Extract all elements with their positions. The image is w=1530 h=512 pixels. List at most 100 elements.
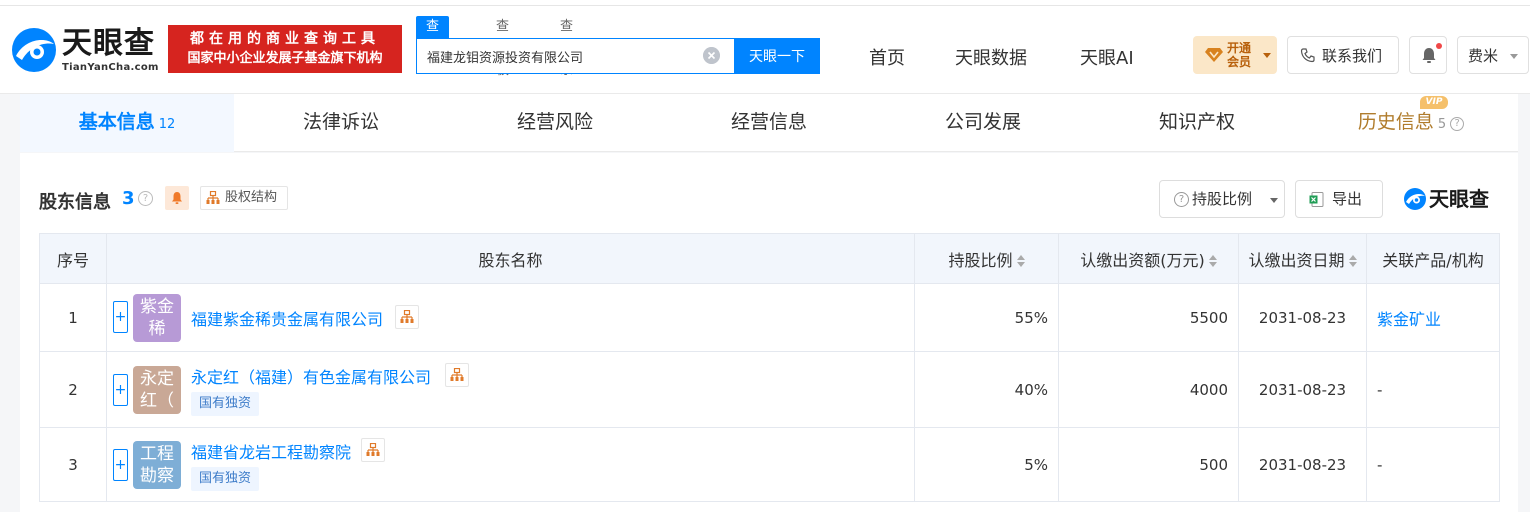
export-button[interactable]: 导出 xyxy=(1295,180,1383,218)
search-input[interactable] xyxy=(417,39,705,73)
tab-label: 经营信息 xyxy=(730,111,807,133)
holding-ratio-dropdown[interactable]: ? 持股比例 xyxy=(1159,180,1285,218)
row-index: 3 xyxy=(39,427,107,502)
equity-structure-label: 股权结构 xyxy=(225,190,278,205)
related-product-cell: 紫金矿业 xyxy=(1366,283,1500,352)
company-avatar: 紫金稀 xyxy=(133,294,181,342)
tab-count: 12 xyxy=(158,117,176,132)
sort-icon xyxy=(1208,254,1217,267)
bell-icon xyxy=(172,192,182,204)
vip-label: 开通 会员 xyxy=(1227,41,1259,69)
table-row: 1 + 紫金稀 福建紫金稀贵金属有限公司 55% 5500 2031-08-23… xyxy=(39,283,1500,352)
state-owned-tag: 国有独资 xyxy=(191,467,260,491)
export-label: 导出 xyxy=(1332,190,1363,208)
vip-open-button[interactable]: 开通 会员 xyxy=(1193,36,1277,74)
company-avatar: 工程勘察 xyxy=(133,441,181,489)
help-icon[interactable]: ? xyxy=(138,191,153,206)
expand-button[interactable]: + xyxy=(113,374,128,406)
tab-label: 法律诉讼 xyxy=(302,111,379,133)
col-header-date[interactable]: 认缴出资日期 xyxy=(1238,233,1367,284)
col-header-name: 股东名称 xyxy=(106,233,915,284)
brand-text: 天眼查 xyxy=(1429,187,1489,211)
table-header-row: 序号 股东名称 持股比例 认缴出资额(万元) 认缴出资日期 关联产品/机构 xyxy=(39,233,1500,284)
slogan-line-1: 都在用的商业查询工具 xyxy=(190,31,380,47)
vip-badge: VIP xyxy=(1420,96,1448,109)
col-header-ratio[interactable]: 持股比例 xyxy=(914,233,1059,284)
subscribed-date: 2031-08-23 xyxy=(1238,427,1367,502)
shareholder-name-cell: + 永定红（ 永定红（福建）有色金属有限公司 国有独资 xyxy=(106,351,915,428)
section-count: 3 xyxy=(122,188,135,209)
nav-ai[interactable]: 天眼AI xyxy=(1080,44,1134,70)
nav-home[interactable]: 首页 xyxy=(869,44,905,70)
section-title: 股东信息 xyxy=(39,192,111,213)
chevron-down-icon xyxy=(1270,198,1278,203)
holding-ratio: 40% xyxy=(914,351,1059,428)
search-box xyxy=(416,38,736,74)
notification-button[interactable] xyxy=(1409,36,1447,74)
holding-ratio-label: 持股比例 xyxy=(1192,190,1253,208)
search-tab-boss[interactable]: 查老板 xyxy=(496,16,509,78)
equity-structure-mini-button[interactable] xyxy=(361,438,385,462)
tab-label: 知识产权 xyxy=(1158,111,1235,133)
col-header-date-label: 认缴出资日期 xyxy=(1248,250,1345,270)
tab-development[interactable]: 公司发展 xyxy=(876,94,1090,152)
search-tab-company[interactable]: 查公司 xyxy=(416,16,450,78)
user-menu-button[interactable]: 费米 xyxy=(1457,36,1529,74)
tab-ip[interactable]: 知识产权 xyxy=(1090,94,1304,152)
search-tab-relation[interactable]: 查关系 xyxy=(560,16,573,78)
holding-ratio: 5% xyxy=(914,427,1059,502)
shareholder-link[interactable]: 福建省龙岩工程勘察院 xyxy=(191,439,351,463)
col-header-capital[interactable]: 认缴出资额(万元) xyxy=(1058,233,1239,284)
vip-label-line-1: 开通 xyxy=(1227,41,1252,55)
equity-structure-mini-button[interactable] xyxy=(395,305,419,329)
equity-structure-mini-button[interactable] xyxy=(445,363,469,387)
tab-litigation[interactable]: 法律诉讼 xyxy=(234,94,448,152)
related-product: - xyxy=(1366,351,1500,428)
search-area: 查公司 查老板 查关系 天眼一下 xyxy=(416,16,822,78)
clear-icon[interactable] xyxy=(703,47,720,64)
tab-business-risk[interactable]: 经营风险 xyxy=(448,94,662,152)
tab-basic-info[interactable]: 基本信息 12 xyxy=(20,94,234,152)
col-header-product: 关联产品/机构 xyxy=(1366,233,1500,284)
table-row: 3 + 工程勘察 福建省龙岩工程勘察院 国有独资 5% 500 2031-08-… xyxy=(39,427,1500,502)
contact-us-button[interactable]: 联系我们 xyxy=(1287,36,1399,74)
subscribed-capital: 4000 xyxy=(1058,351,1239,428)
col-header-capital-label: 认缴出资额(万元) xyxy=(1080,250,1205,270)
contact-us-label: 联系我们 xyxy=(1322,47,1383,65)
expand-button[interactable]: + xyxy=(113,301,128,333)
site-header: 天眼查 TianYanCha.com 都在用的商业查询工具 国家中小企业发展子基… xyxy=(0,6,1530,94)
expand-button[interactable]: + xyxy=(113,449,128,481)
tab-label: 历史信息 xyxy=(1357,111,1434,133)
tab-count: 5 xyxy=(1437,117,1447,132)
shareholder-link[interactable]: 福建紫金稀贵金属有限公司 xyxy=(191,306,383,330)
org-chart-icon xyxy=(450,368,464,381)
tab-label: 基本信息 xyxy=(78,111,155,133)
eye-logo-icon xyxy=(1404,188,1426,210)
slogan-line-2: 国家中小企业发展子基金旗下机构 xyxy=(187,51,383,66)
subscribed-date: 2031-08-23 xyxy=(1238,283,1367,352)
nav-data[interactable]: 天眼数据 xyxy=(955,44,1027,70)
holding-ratio: 55% xyxy=(914,283,1059,352)
state-owned-tag: 国有独资 xyxy=(191,392,260,416)
row-index: 1 xyxy=(39,283,107,352)
related-product-link[interactable]: 紫金矿业 xyxy=(1377,310,1441,329)
org-chart-icon xyxy=(400,310,414,323)
logo-subtitle: TianYanCha.com xyxy=(62,62,159,73)
site-logo[interactable]: 天眼查 TianYanCha.com xyxy=(10,24,160,80)
tab-business-info[interactable]: 经营信息 xyxy=(662,94,876,152)
shareholder-table: 序号 股东名称 持股比例 认缴出资额(万元) 认缴出资日期 关联产品/机构 1 … xyxy=(39,233,1500,502)
tab-history[interactable]: 历史信息 5? xyxy=(1304,94,1518,152)
chevron-down-icon xyxy=(1510,54,1518,59)
shareholder-link[interactable]: 永定红（福建）有色金属有限公司 xyxy=(191,364,431,388)
help-icon[interactable]: ? xyxy=(1450,117,1465,131)
help-icon: ? xyxy=(1174,192,1189,207)
subscribed-capital: 5500 xyxy=(1058,283,1239,352)
shareholder-card: 股东信息 3 ? 股权结构 ? 持股比例 导出 天眼查 序号 股东名称 持股比例… xyxy=(20,153,1518,512)
brand-watermark: 天眼查 xyxy=(1403,185,1503,213)
monitor-alert-button[interactable] xyxy=(165,186,189,210)
equity-structure-button[interactable]: 股权结构 xyxy=(200,186,288,210)
related-product: - xyxy=(1366,427,1500,502)
search-button[interactable]: 天眼一下 xyxy=(734,38,820,74)
sort-icon xyxy=(1016,254,1025,267)
notification-dot xyxy=(1436,43,1442,49)
